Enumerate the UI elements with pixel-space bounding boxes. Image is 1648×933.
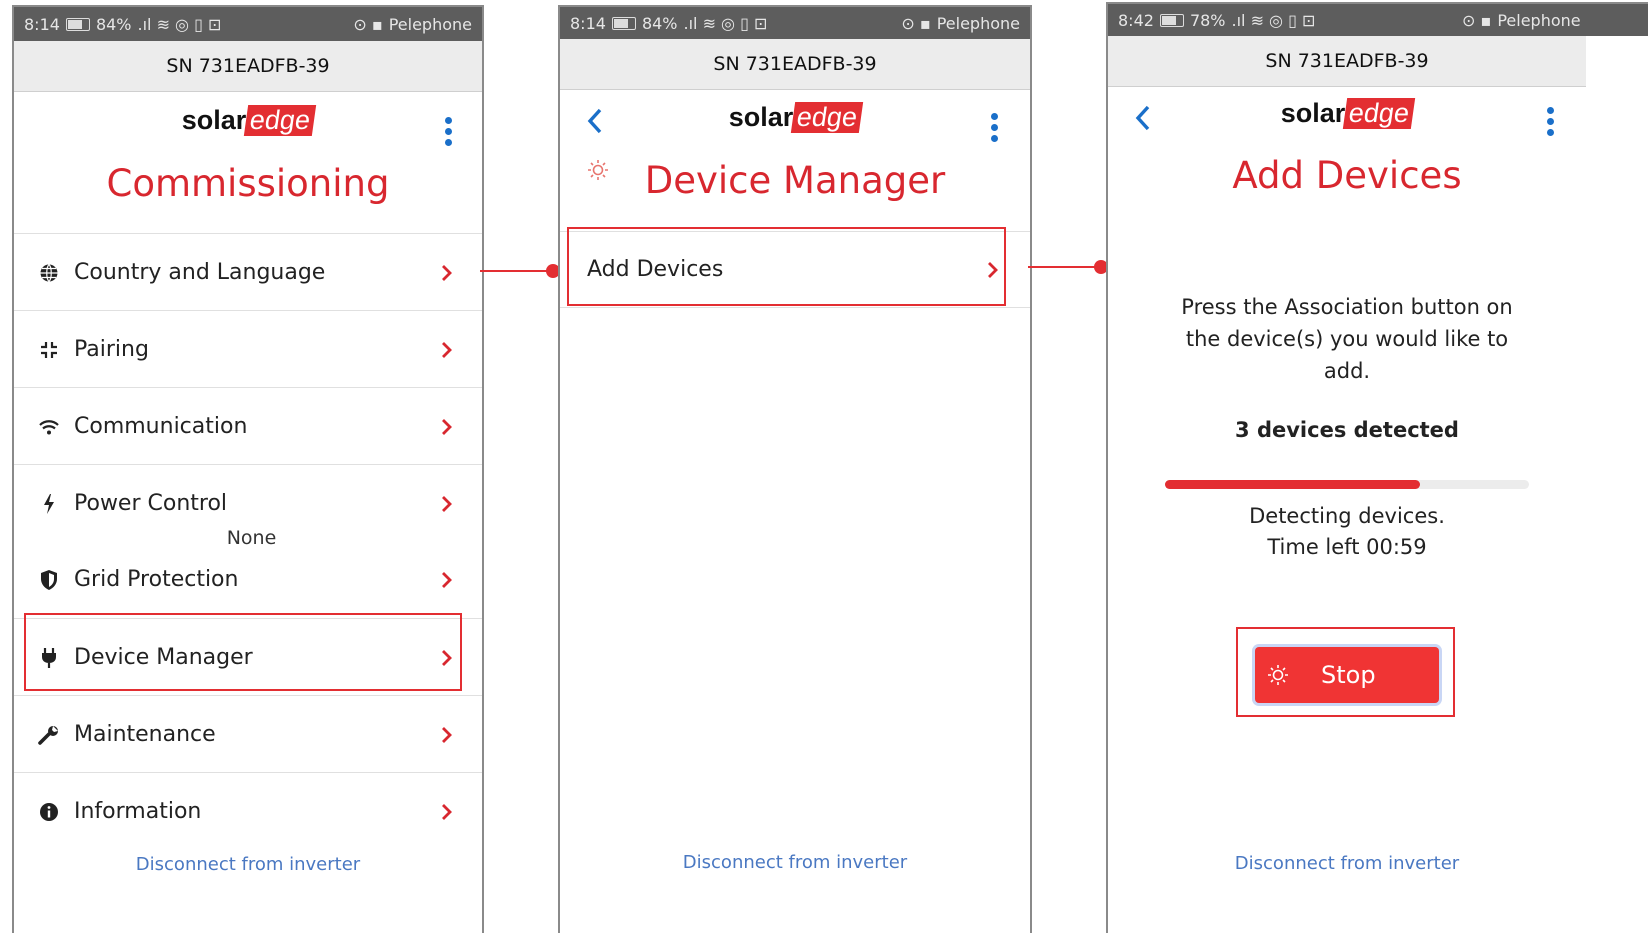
solaredge-logo: solaredge <box>14 105 482 136</box>
status-battery: 84% <box>641 13 678 33</box>
menu-label: Pairing <box>74 337 149 362</box>
status-carrier: Pelephone <box>936 13 1020 33</box>
signal-icon: .ıl ≋ ◎ ▯ ⊡ <box>1231 10 1316 30</box>
battery-icon <box>65 17 90 31</box>
menu-label: Maintenance <box>74 722 216 747</box>
more-menu-icon[interactable] <box>991 113 999 142</box>
wrench-icon <box>38 724 60 746</box>
solaredge-logo: solaredge <box>1108 98 1586 129</box>
menu-item-information[interactable]: Information <box>14 772 482 850</box>
detected-count: 3 devices detected <box>1235 418 1459 442</box>
signal-icon: .ıl ≋ ◎ ▯ ⊡ <box>683 13 768 33</box>
connector-line <box>480 270 553 272</box>
status-time: 8:14 <box>24 14 60 34</box>
status-time: 8:42 <box>1118 10 1154 30</box>
disconnect-link[interactable]: Disconnect from inverter <box>14 854 482 875</box>
menu-item-grid-protection[interactable]: Grid Protection <box>14 541 482 618</box>
page-title: Device Manager <box>644 159 946 202</box>
overlay-note: None <box>174 527 329 549</box>
screen-commissioning: 8:14 84% .ıl ≋ ◎ ▯ ⊡ ⊙ ▪ Pelephone SN 73… <box>12 5 484 933</box>
menu-label: Communication <box>74 414 248 439</box>
chevron-right-icon <box>442 264 452 281</box>
menu-item-maintenance[interactable]: Maintenance <box>14 695 482 773</box>
menu-label: Power Control <box>74 491 228 516</box>
chevron-right-icon <box>442 495 452 512</box>
status-bar: 8:42 78% .ıl ≋ ◎ ▯ ⊡ ⊙ ▪ Pelephone <box>1108 4 1648 36</box>
chevron-right-icon <box>442 726 452 743</box>
battery-icon <box>611 16 636 30</box>
menu-item-country-language[interactable]: Country and Language <box>14 233 482 311</box>
highlight-device-manager <box>24 613 462 691</box>
more-menu-icon[interactable] <box>445 117 453 146</box>
menu-label: Information <box>74 799 202 824</box>
detecting-status: Detecting devices. <box>1249 504 1445 528</box>
chevron-right-icon <box>442 571 452 588</box>
signal-icon: .ıl ≋ ◎ ▯ ⊡ <box>137 14 222 34</box>
progress-fill <box>1165 480 1420 489</box>
more-menu-icon[interactable] <box>1547 107 1555 136</box>
solaredge-logo: solaredge <box>560 102 1030 133</box>
menu-label: Grid Protection <box>74 567 239 592</box>
serial-number: SN 731EADFB-39 <box>713 53 877 75</box>
serial-number: SN 731EADFB-39 <box>166 55 330 77</box>
connector-line <box>1028 266 1102 268</box>
serial-bar: SN 731EADFB-39 <box>14 41 482 92</box>
shield-icon <box>38 569 60 591</box>
menu-item-pairing[interactable]: Pairing <box>14 310 482 388</box>
page-title: Commissioning <box>106 162 390 205</box>
status-bar: 8:14 84% .ıl ≋ ◎ ▯ ⊡ ⊙ ▪ Pelephone <box>14 7 482 41</box>
bolt-icon <box>38 493 60 515</box>
battery-icon <box>1159 13 1184 27</box>
page-title: Add Devices <box>1232 154 1462 197</box>
status-bar: 8:14 84% .ıl ≋ ◎ ▯ ⊡ ⊙ ▪ Pelephone <box>560 7 1030 39</box>
globe-icon <box>38 262 60 284</box>
status-battery: 78% <box>1189 10 1226 30</box>
menu-item-communication[interactable]: Communication <box>14 387 482 465</box>
menu-label: Country and Language <box>74 260 326 285</box>
highlight-stop <box>1236 627 1455 717</box>
wifi-icon <box>38 416 60 438</box>
highlight-add-devices <box>567 227 1006 306</box>
camera-icon: ⊙ ▪ <box>353 14 383 34</box>
chevron-right-icon <box>442 341 452 358</box>
pairing-icon <box>38 339 60 361</box>
disconnect-link[interactable]: Disconnect from inverter <box>1108 853 1586 874</box>
chevron-right-icon <box>442 803 452 820</box>
camera-icon: ⊙ ▪ <box>1462 10 1492 30</box>
screen-device-manager: 8:14 84% .ıl ≋ ◎ ▯ ⊡ ⊙ ▪ Pelephone SN 73… <box>558 5 1032 933</box>
serial-bar: SN 731EADFB-39 <box>560 39 1030 90</box>
serial-number: SN 731EADFB-39 <box>1265 50 1429 72</box>
screen-add-devices: 8:42 78% .ıl ≋ ◎ ▯ ⊡ ⊙ ▪ Pelephone SN 73… <box>1106 2 1648 933</box>
camera-icon: ⊙ ▪ <box>901 13 931 33</box>
status-carrier: Pelephone <box>388 14 472 34</box>
status-time: 8:14 <box>570 13 606 33</box>
status-battery: 84% <box>95 14 132 34</box>
chevron-right-icon <box>442 418 452 435</box>
serial-bar: SN 731EADFB-39 <box>1108 36 1586 87</box>
progress-track <box>1165 480 1529 489</box>
disconnect-link[interactable]: Disconnect from inverter <box>560 852 1030 873</box>
status-carrier: Pelephone <box>1497 10 1581 30</box>
instruction-text: Press the Association button on the devi… <box>1181 295 1513 383</box>
time-left: Time left 00:59 <box>1267 535 1427 559</box>
info-icon <box>38 801 60 823</box>
